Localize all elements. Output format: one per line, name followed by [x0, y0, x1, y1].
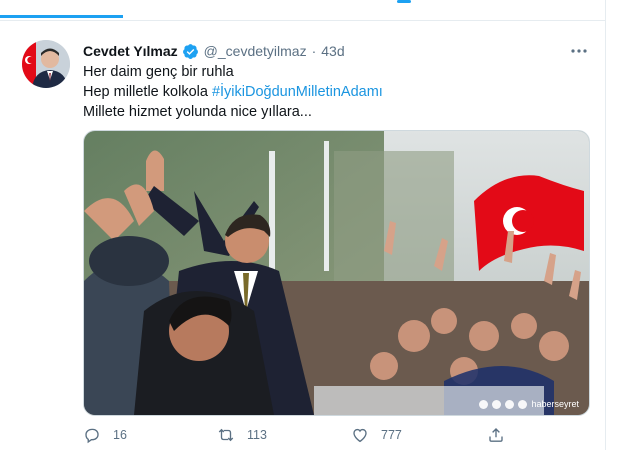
instagram-icon: [518, 399, 528, 409]
previous-tweet-edge: [0, 0, 605, 21]
author-handle[interactable]: @_cevdetyilmaz: [204, 43, 307, 59]
twitter-icon: [492, 399, 502, 409]
separator-dot: ·: [311, 43, 317, 59]
accent-mark: [397, 0, 411, 3]
reply-icon: [85, 428, 99, 444]
media-watermark: haberseyret: [479, 399, 579, 409]
timeline-column: Cevdet Yılmaz @_cevdetyilmaz · 43d Her d…: [0, 0, 606, 450]
like-button[interactable]: 777: [351, 426, 402, 444]
tweet-text: Her daim genç bir ruhla Hep milletle kol…: [83, 62, 588, 122]
hashtag-link[interactable]: #İyikiDoğdunMilletinAdamı: [212, 84, 383, 100]
watermark-text: haberseyret: [531, 399, 579, 409]
retweet-count: 113: [247, 428, 267, 442]
tweet-line-2-text: Hep milletle kolkola: [83, 84, 212, 100]
share-button[interactable]: [487, 426, 505, 444]
avatar[interactable]: [22, 40, 70, 88]
tab-active-indicator: [0, 15, 123, 18]
avatar-image: [22, 40, 70, 88]
share-icon: [489, 428, 503, 442]
tweet-line-1: Her daim genç bir ruhla: [83, 64, 234, 80]
tweet-header: Cevdet Yılmaz @_cevdetyilmaz · 43d: [83, 41, 345, 61]
tweet-line-2: Hep milletle kolkola #İyikiDoğdunMilleti…: [83, 82, 588, 102]
retweet-icon: [218, 428, 234, 442]
crowd-photo: [84, 131, 589, 415]
action-bar: 16 113 777: [83, 426, 588, 448]
retweet-button[interactable]: 113: [217, 426, 267, 444]
more-options-icon[interactable]: [568, 42, 590, 60]
like-icon: [353, 428, 367, 443]
author-name[interactable]: Cevdet Yılmaz: [83, 43, 178, 59]
timestamp[interactable]: 43d: [321, 43, 344, 59]
tweet-photo[interactable]: haberseyret: [83, 130, 590, 416]
reply-button[interactable]: 16: [83, 426, 127, 444]
like-count: 777: [381, 428, 402, 442]
facebook-icon: [479, 399, 489, 409]
verified-badge-icon: [182, 43, 199, 60]
reply-count: 16: [113, 428, 127, 442]
youtube-icon: [505, 399, 515, 409]
tweet[interactable]: Cevdet Yılmaz @_cevdetyilmaz · 43d Her d…: [0, 28, 605, 450]
tweet-line-3: Millete hizmet yolunda nice yıllara...: [83, 104, 312, 120]
